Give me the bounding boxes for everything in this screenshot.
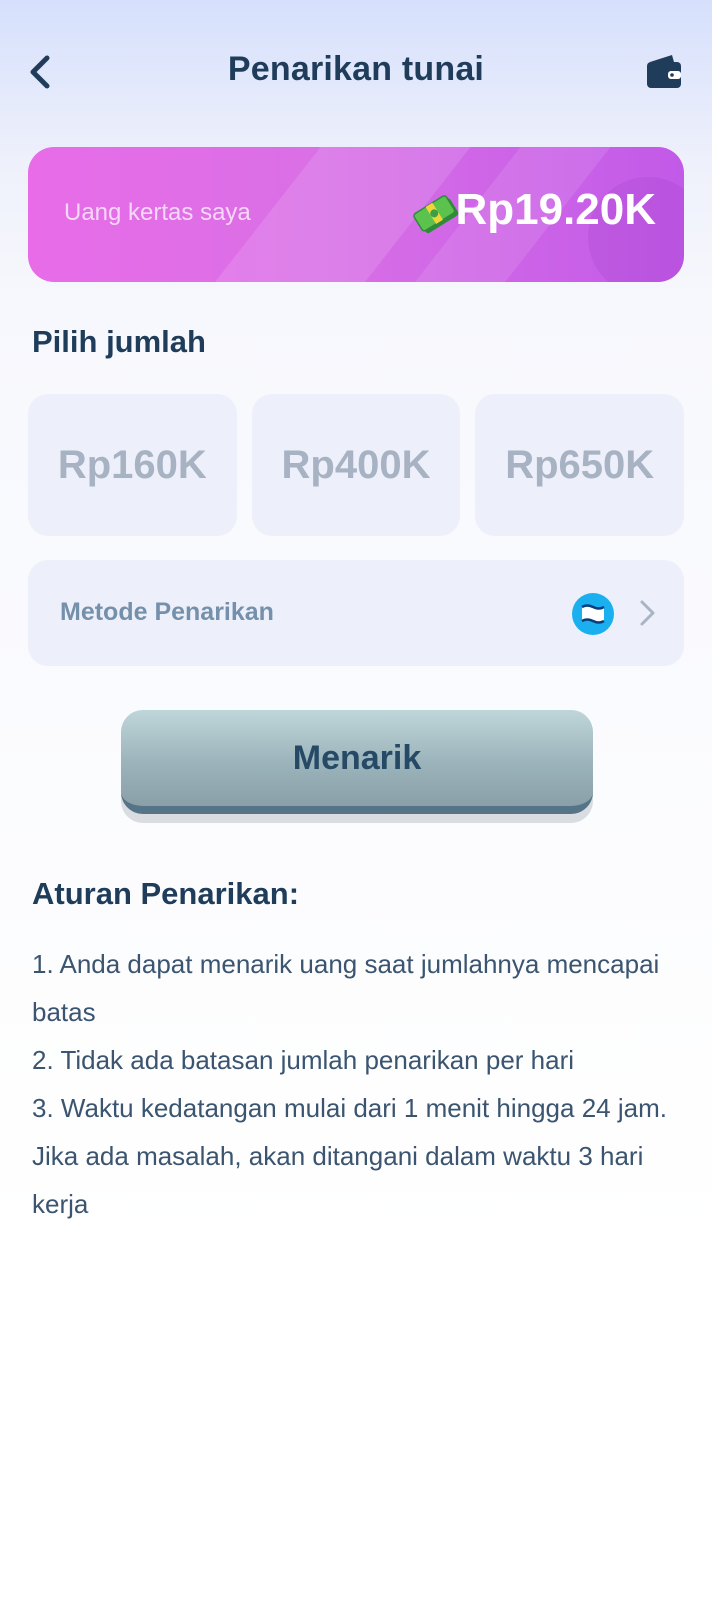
amount-option-label: Rp400K <box>281 442 431 487</box>
withdrawal-method-label: Metode Penarikan <box>60 598 274 626</box>
rule-item: 2. Tidak ada batasan jumlah penarikan pe… <box>32 1045 575 1075</box>
header: Penarikan tunai <box>0 0 712 140</box>
payment-method-icon <box>572 593 614 635</box>
rules-title: Aturan Penarikan: <box>32 876 300 911</box>
wallet-button[interactable] <box>644 52 684 92</box>
rule-item: 1. Anda dapat menarik uang saat jumlahny… <box>32 949 660 1027</box>
amount-option-label: Rp650K <box>505 442 655 487</box>
amount-option-650k[interactable]: Rp650K <box>475 394 685 536</box>
withdraw-button[interactable]: Menarik <box>121 710 593 814</box>
page-title: Penarikan tunai <box>227 50 485 88</box>
amount-option-160k[interactable]: Rp160K <box>28 394 237 536</box>
chevron-right-icon <box>640 600 655 626</box>
balance-label: Uang kertas saya <box>64 199 251 226</box>
withdrawal-method-row[interactable]: Metode Penarikan <box>28 560 684 666</box>
amount-option-label: Rp160K <box>57 442 207 487</box>
amount-options: Rp160K Rp400K Rp650K <box>28 394 685 536</box>
rule-item: 3. Waktu kedatangan mulai dari 1 menit h… <box>32 1093 667 1219</box>
amount-section-title: Pilih jumlah <box>32 324 206 359</box>
wallet-icon <box>647 55 681 88</box>
withdraw-button-label: Menarik <box>292 738 422 777</box>
amount-option-400k[interactable]: Rp400K <box>251 394 461 536</box>
balance-card: Uang kertas saya Rp19.20K <box>28 147 684 282</box>
balance-value: Rp19.20K <box>455 185 656 234</box>
rules-list: 1. Anda dapat menarik uang saat jumlahny… <box>32 940 692 1228</box>
